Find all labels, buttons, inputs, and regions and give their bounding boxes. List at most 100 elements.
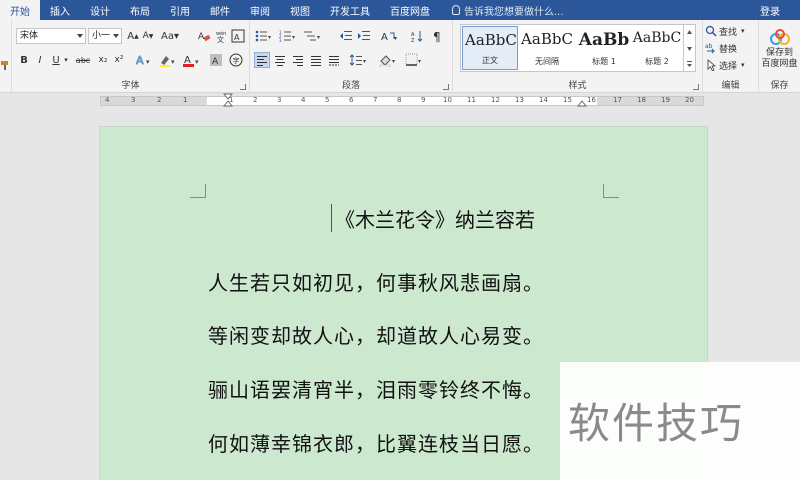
login-link[interactable]: 登录 xyxy=(760,0,780,20)
style-no-spacing-name: 无间隔 xyxy=(535,57,559,66)
tell-me-search[interactable]: 告诉我您想要做什么... xyxy=(440,0,564,20)
decrease-indent-icon[interactable] xyxy=(338,28,354,44)
svg-text:A: A xyxy=(198,32,205,42)
tab-view[interactable]: 视图 xyxy=(280,0,320,20)
svg-text:ab: ab xyxy=(705,43,713,50)
ruler-number: 16 xyxy=(587,96,596,104)
ribbon-tab-bar: 开始 插入 设计 布局 引用 邮件 审阅 视图 开发工具 百度网盘 告诉我您想要… xyxy=(0,0,800,20)
tab-mailings[interactable]: 邮件 xyxy=(200,0,240,20)
paragraph-dialog-launcher-icon[interactable] xyxy=(443,84,449,90)
style-heading-1-preview: AaBb xyxy=(578,30,630,50)
styles-gallery-scroll[interactable] xyxy=(683,25,695,71)
ruler-left-margin xyxy=(101,97,207,105)
ruler-number: 19 xyxy=(661,96,670,104)
horizontal-ruler[interactable]: 4 3 2 1 1 2 3 4 5 6 7 8 9 10 11 12 13 14… xyxy=(100,96,704,106)
shrink-font-button[interactable]: A ▼ xyxy=(141,28,155,44)
indent-marker-icon[interactable] xyxy=(223,93,233,107)
bold-button[interactable]: B xyxy=(18,52,30,68)
font-color-icon[interactable]: A ▾ xyxy=(182,52,202,68)
style-normal-name: 正文 xyxy=(482,56,498,65)
borders-icon[interactable]: ▾ xyxy=(404,52,426,68)
show-marks-icon[interactable]: ¶ xyxy=(430,28,446,44)
font-dialog-launcher-icon[interactable] xyxy=(240,84,246,90)
ruler-number: 2 xyxy=(253,96,258,104)
poem-line: 人生若只如初见，何事秋风悲画扇。 xyxy=(208,271,544,295)
tab-design[interactable]: 设计 xyxy=(80,0,120,20)
watermark-text: 软件技巧 xyxy=(568,399,745,448)
ruler-number: 9 xyxy=(421,96,426,104)
ruler-number: 6 xyxy=(349,96,354,104)
save-to-baidu-button[interactable]: 保存到 百度网盘 xyxy=(759,24,800,74)
font-size-select[interactable]: 小一 xyxy=(88,28,122,44)
find-button[interactable]: 查找 ▾ xyxy=(705,24,757,38)
find-label: 查找 xyxy=(719,27,738,38)
clear-formatting-icon[interactable]: A xyxy=(196,28,212,44)
ruler-number: 18 xyxy=(637,96,646,104)
paragraph-group: ▾ 1 2 3 ▾ ▾ A ▾ AZ ¶ ▾ ▾ ▾ 段落 xyxy=(250,20,453,93)
style-heading-2[interactable]: AaBbC 标题 2 xyxy=(629,26,685,70)
style-normal[interactable]: AaBbC 正文 xyxy=(462,26,518,70)
horizontal-ruler-area: 4 3 2 1 1 2 3 4 5 6 7 8 9 10 11 12 13 14… xyxy=(0,93,800,107)
strikethrough-button[interactable]: abc xyxy=(74,52,92,68)
ribbon: 宋体 小一 A ▲ A ▼ Aa▾ A wén 文 A B I U ▾ abc x₂ … xyxy=(0,20,800,93)
distributed-icon[interactable] xyxy=(326,52,342,68)
tab-review[interactable]: 审阅 xyxy=(240,0,280,20)
tab-insert[interactable]: 插入 xyxy=(40,0,80,20)
style-no-spacing[interactable]: AaBbC 无间隔 xyxy=(519,26,575,70)
bullets-icon[interactable]: ▾ xyxy=(254,28,274,44)
lightbulb-icon xyxy=(452,5,460,15)
style-heading-1[interactable]: AaBb 标题 1 xyxy=(576,26,632,70)
format-painter-icon[interactable] xyxy=(0,58,10,72)
clipboard-group xyxy=(0,20,12,93)
line-spacing-icon[interactable]: ▾ xyxy=(348,52,370,68)
enclose-characters-icon[interactable]: 字 xyxy=(228,52,244,68)
svg-text:¶: ¶ xyxy=(433,30,441,43)
ruler-number: 4 xyxy=(301,96,306,104)
margin-corner-top-right xyxy=(603,184,619,198)
font-name-select[interactable]: 宋体 xyxy=(16,28,86,44)
tab-home[interactable]: 开始 xyxy=(0,0,40,20)
tab-baidu-netdisk[interactable]: 百度网盘 xyxy=(380,0,440,20)
tab-references[interactable]: 引用 xyxy=(160,0,200,20)
style-heading-2-name: 标题 2 xyxy=(645,57,669,66)
right-indent-marker-icon[interactable] xyxy=(577,99,587,107)
text-cursor xyxy=(331,204,332,232)
tab-layout[interactable]: 布局 xyxy=(120,0,160,20)
shading-icon[interactable]: ▾ xyxy=(378,52,400,68)
ruler-number: 3 xyxy=(277,96,282,104)
numbering-icon[interactable]: 1 2 3 ▾ xyxy=(278,28,298,44)
svg-text:▾: ▾ xyxy=(195,58,199,66)
poem-title: 《木兰花令》纳兰容若 xyxy=(335,208,535,232)
styles-dialog-launcher-icon[interactable] xyxy=(693,84,699,90)
ruler-number: 5 xyxy=(325,96,330,104)
multilevel-list-icon[interactable]: ▾ xyxy=(302,28,324,44)
text-effects-icon[interactable]: A ▾ xyxy=(134,52,154,68)
select-button[interactable]: 选择 ▾ xyxy=(705,58,757,72)
character-border-icon[interactable]: A xyxy=(230,28,246,44)
align-left-icon[interactable] xyxy=(254,52,270,68)
poem-line: 何如薄幸锦衣郎，比翼连枝当日愿。 xyxy=(208,432,544,456)
align-right-icon[interactable] xyxy=(290,52,306,68)
justify-icon[interactable] xyxy=(308,52,324,68)
character-shading-icon[interactable]: A xyxy=(208,52,224,68)
save-label-line1: 保存到 xyxy=(765,48,793,58)
phonetic-guide-icon[interactable]: wén 文 xyxy=(213,28,229,44)
subscript-button[interactable]: x₂ xyxy=(96,52,110,68)
editing-group: 查找 ▾ ab 替换 选择 ▾ 编辑 xyxy=(703,20,759,93)
font-size-value: 小一 xyxy=(92,31,111,41)
align-center-icon[interactable] xyxy=(272,52,288,68)
watermark-overlay: 软件技巧 xyxy=(560,362,800,480)
select-label: 选择 xyxy=(719,61,738,72)
sort-icon[interactable]: AZ xyxy=(410,28,426,44)
change-case-button[interactable]: Aa▾ xyxy=(160,28,180,44)
highlight-color-icon[interactable]: ▾ xyxy=(158,52,178,68)
underline-button[interactable]: U xyxy=(50,52,62,68)
superscript-button[interactable]: x² xyxy=(112,52,126,68)
italic-button[interactable]: I xyxy=(34,52,46,68)
grow-font-button[interactable]: A ▲ xyxy=(126,28,140,44)
chinese-layout-icon[interactable]: A ▾ xyxy=(380,28,400,44)
increase-indent-icon[interactable] xyxy=(356,28,372,44)
replace-button[interactable]: ab 替换 xyxy=(705,41,757,55)
tab-developer[interactable]: 开发工具 xyxy=(320,0,380,20)
underline-dropdown-icon[interactable]: ▾ xyxy=(62,52,70,68)
